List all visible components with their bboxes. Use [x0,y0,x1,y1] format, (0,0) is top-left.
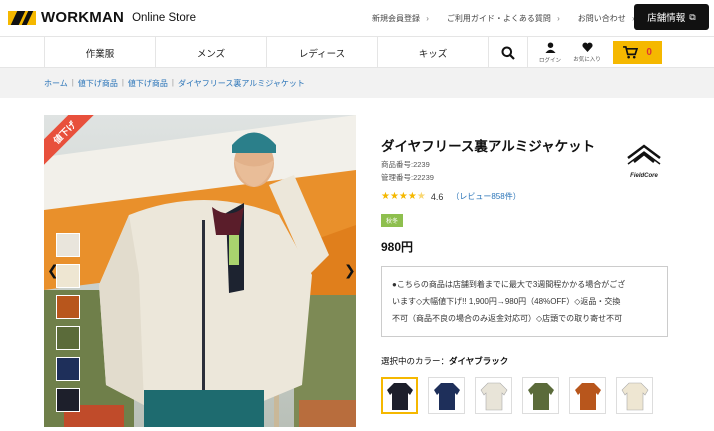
nav-item-ladies[interactable]: レディース [266,37,377,68]
favorites-label: お気に入り [573,57,601,63]
cart-icon [623,46,639,59]
logo-subtitle: Online Store [132,11,196,24]
product-number: 商品番号:2239 [381,160,430,169]
color-swatches [381,377,663,414]
color-swatch[interactable] [569,377,606,414]
color-swatch[interactable] [475,377,512,414]
thumbnail[interactable] [56,295,80,319]
notice-line: います◇大幅値下げ!! 1,900円→980円（48%OFF）◇返品・交換 [392,297,621,306]
external-link-icon: ⧉ [689,11,696,22]
fieldcore-logo-icon [627,144,661,165]
product-price: 980円 [381,240,414,254]
control-number: 管理番号:22239 [381,173,434,182]
review-count-link[interactable]: （レビュー858件） [451,191,520,202]
breadcrumb-current[interactable]: ダイヤフリース裏アルミジャケット [178,78,305,89]
season-badge: 秋冬 [381,214,404,227]
heart-icon [581,42,593,52]
brand-logo: FieldCore [626,144,662,179]
color-swatch[interactable] [522,377,559,414]
login-button[interactable]: ログイン [535,37,565,68]
nav-item-mens[interactable]: メンズ [155,37,266,68]
thumbnail[interactable] [56,357,80,381]
next-image-button[interactable]: ❯ [344,262,356,279]
breadcrumb-home[interactable]: ホーム [44,78,68,89]
rating-stars-icon: ★★★★★ [381,191,426,202]
thumbnail[interactable] [56,233,80,257]
thumbnail[interactable] [56,326,80,350]
product-photo-illustration [44,115,356,427]
cart-count: 0 [646,47,652,58]
notice-line: 不可（商品不良の場合のみ返金対応可）◇店頭での取り寄せ不可 [392,314,623,323]
selected-color-name: ダイヤブラック [449,356,509,366]
notice-line: ●こちらの商品は店舗到着までに最大で3週間程かかる場合がござ [392,280,626,289]
link-contact[interactable]: お問い合わせ [578,13,635,24]
color-swatch[interactable] [381,377,418,414]
breadcrumb-sale[interactable]: 値下げ商品 [78,78,118,89]
top-header: WORKMAN Online Store 新規会員登録 ご利用ガイド・よくある質… [0,0,714,36]
logo[interactable]: WORKMAN Online Store [8,9,196,26]
jacket-icon [480,382,507,410]
jacket-icon [621,382,648,410]
color-swatch[interactable] [616,377,653,414]
nav-item-workwear[interactable]: 作業服 [44,37,155,68]
header-links: 新規会員登録 ご利用ガイド・よくある質問 お問い合わせ [372,13,653,24]
search-button[interactable] [488,37,528,68]
brand-name: FieldCore [630,173,658,179]
selected-color-label: 選択中のカラー：ダイヤブラック [381,356,509,366]
thumbnail[interactable] [56,264,80,288]
search-icon [501,46,515,60]
login-label: ログイン [538,57,561,64]
jacket-icon [574,382,601,410]
store-info-label: 店舗情報 [647,13,686,24]
jacket-icon [433,382,460,410]
product-title: ダイヤフリース裏アルミジャケット [381,139,596,154]
rating: ★★★★★ 4.6 （レビュー858件） [381,191,521,202]
color-swatch[interactable] [428,377,465,414]
product-main-image: 値下げ [44,115,356,427]
favorites-button[interactable]: お気に入り [570,37,604,68]
rating-value: 4.6 [430,191,444,202]
breadcrumb-sale-2[interactable]: 値下げ商品 [128,78,168,89]
chevron-right-icon: ❯ [344,262,356,278]
store-info-button[interactable]: 店舗情報 ⧉ [634,4,709,30]
cart-button[interactable]: 0 [613,41,662,64]
breadcrumb: ホーム | 値下げ商品 | 値下げ商品 | ダイヤフリース裏アルミジャケット [44,78,305,89]
jacket-icon [386,382,413,410]
link-register[interactable]: 新規会員登録 [372,13,429,24]
thumbnail[interactable] [56,388,80,412]
logo-text: WORKMAN [41,9,125,26]
user-icon [544,41,556,53]
thumbnail-list [56,233,80,419]
jacket-icon [527,382,554,410]
nav-item-kids[interactable]: キッズ [377,37,488,68]
main-nav: 作業服 メンズ レディース キッズ ログイン お気に入り 0 [0,36,714,68]
breadcrumb-bar: ホーム | 値下げ商品 | 値下げ商品 | ダイヤフリース裏アルミジャケット [0,68,714,98]
logo-mark-icon [8,10,36,25]
link-guide[interactable]: ご利用ガイド・よくある質問 [447,13,560,24]
product-notice: ●こちらの商品は店舗到着までに最大で3週間程かかる場合がござ います◇大幅値下げ… [381,266,668,337]
